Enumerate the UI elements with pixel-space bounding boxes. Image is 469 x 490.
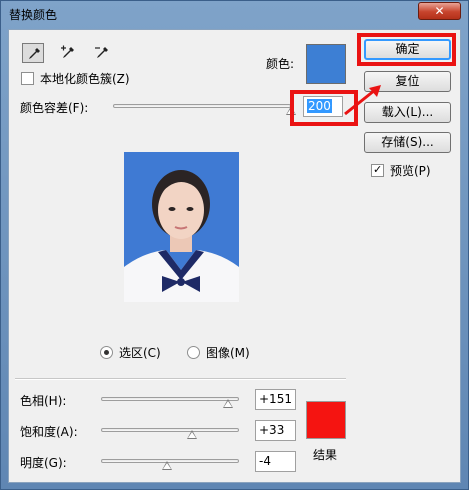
checkmark-icon: ✓ — [373, 163, 383, 176]
localized-label: 本地化颜色簇(Z) — [40, 72, 130, 86]
close-button[interactable]: ✕ — [418, 2, 461, 20]
color-label: 颜色: — [266, 57, 295, 71]
image-radio-label: 图像(M) — [206, 346, 250, 360]
localized-checkbox[interactable] — [21, 72, 34, 85]
hue-label: 色相(H): — [20, 394, 67, 408]
section-divider — [15, 378, 346, 380]
hue-slider-thumb[interactable] — [222, 399, 233, 408]
lightness-label: 明度(G): — [20, 456, 67, 470]
fuzziness-label: 颜色容差(F): — [20, 101, 89, 115]
sample-color-swatch[interactable] — [306, 44, 346, 84]
replace-color-dialog: 替换颜色 ✕ 本地化颜色簇(Z) 颜色: 颜色容差(F): 200 确定 复位 … — [0, 0, 469, 490]
radio-selected-dot — [104, 350, 109, 355]
title-bar[interactable]: 替换颜色 ✕ — [1, 1, 468, 27]
saturation-slider-thumb[interactable] — [187, 430, 198, 439]
hue-slider[interactable] — [101, 397, 239, 401]
eyedropper-minus-icon — [95, 47, 108, 58]
lightness-slider-thumb[interactable] — [162, 461, 173, 470]
preview-image — [124, 152, 239, 302]
selection-radio-label: 选区(C) — [119, 346, 161, 360]
eyedropper-plus-icon — [61, 45, 74, 58]
selection-radio[interactable] — [100, 346, 113, 359]
saturation-input[interactable]: +33 — [255, 420, 296, 441]
fuzziness-slider[interactable] — [113, 104, 291, 108]
portrait-photo — [124, 152, 239, 302]
save-button[interactable]: 存储(S)... — [364, 132, 451, 153]
result-color-swatch[interactable] — [306, 401, 346, 439]
eyedropper-plus-tool[interactable] — [57, 43, 79, 63]
preview-label: 预览(P) — [390, 164, 431, 178]
lightness-input[interactable]: -4 — [255, 451, 296, 472]
ok-highlight-frame — [357, 33, 456, 66]
saturation-label: 饱和度(A): — [20, 425, 78, 439]
preview-checkbox[interactable]: ✓ — [371, 163, 384, 177]
eyedropper-icon — [29, 48, 40, 59]
saturation-slider[interactable] — [101, 428, 239, 432]
load-button[interactable]: 载入(L)... — [364, 102, 451, 123]
image-radio[interactable] — [187, 346, 200, 359]
eyedropper-tool[interactable] — [22, 43, 44, 63]
result-label: 结果 — [313, 448, 338, 462]
hue-input[interactable]: +151 — [255, 389, 296, 410]
dialog-body: 本地化颜色簇(Z) 颜色: 颜色容差(F): 200 确定 复位 载入(L)..… — [8, 29, 461, 483]
dialog-title: 替换颜色 — [9, 8, 58, 22]
eyedropper-minus-tool[interactable] — [91, 43, 113, 63]
